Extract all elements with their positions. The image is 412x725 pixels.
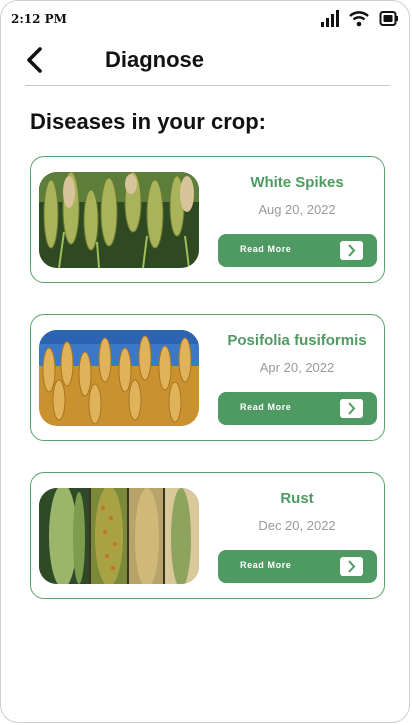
battery-icon: [379, 10, 398, 26]
disease-date: Aug 20, 2022: [258, 202, 336, 217]
signal-icon: [321, 9, 339, 27]
wifi-icon: [349, 10, 369, 26]
chevron-right-icon: [340, 241, 363, 260]
read-more-label: Read More: [240, 560, 292, 570]
read-more-label: Read More: [240, 402, 292, 412]
disease-name: White Spikes: [250, 174, 344, 191]
header-divider: [25, 85, 390, 86]
chevron-left-icon[interactable]: [23, 45, 49, 75]
disease-date: Apr 20, 2022: [259, 360, 335, 375]
section-title: Diseases in your crop:: [30, 109, 266, 134]
read-more-button[interactable]: Read More: [218, 392, 377, 425]
disease-card[interactable]: Rust Dec 20, 2022 Read More: [30, 472, 385, 599]
read-more-button[interactable]: Read More: [218, 550, 377, 583]
page-title: Diagnose: [105, 47, 205, 72]
chevron-right-icon: [340, 399, 363, 418]
status-time: 2:12 PM: [11, 12, 67, 26]
rust-infected-leaves-photo: [39, 488, 199, 584]
disease-card[interactable]: Posifolia fusiformis Apr 20, 2022 Read M…: [30, 314, 385, 441]
disease-name: Rust: [280, 490, 314, 507]
status-icons: [321, 9, 399, 27]
app-header: Diagnose: [1, 41, 409, 85]
phone-frame: 2:12 PM Diagnose Diseases in your crop:: [0, 0, 410, 723]
chevron-right-icon: [340, 557, 363, 576]
green-wheat-spikes-photo: [39, 172, 199, 268]
read-more-button[interactable]: Read More: [218, 234, 377, 267]
golden-wheat-field-photo: [39, 330, 199, 426]
disease-card[interactable]: White Spikes Aug 20, 2022 Read More: [30, 156, 385, 283]
read-more-label: Read More: [240, 244, 292, 254]
disease-name: Posifolia fusiformis: [227, 332, 367, 349]
disease-date: Dec 20, 2022: [258, 518, 336, 533]
status-bar: 2:12 PM: [1, 1, 409, 37]
